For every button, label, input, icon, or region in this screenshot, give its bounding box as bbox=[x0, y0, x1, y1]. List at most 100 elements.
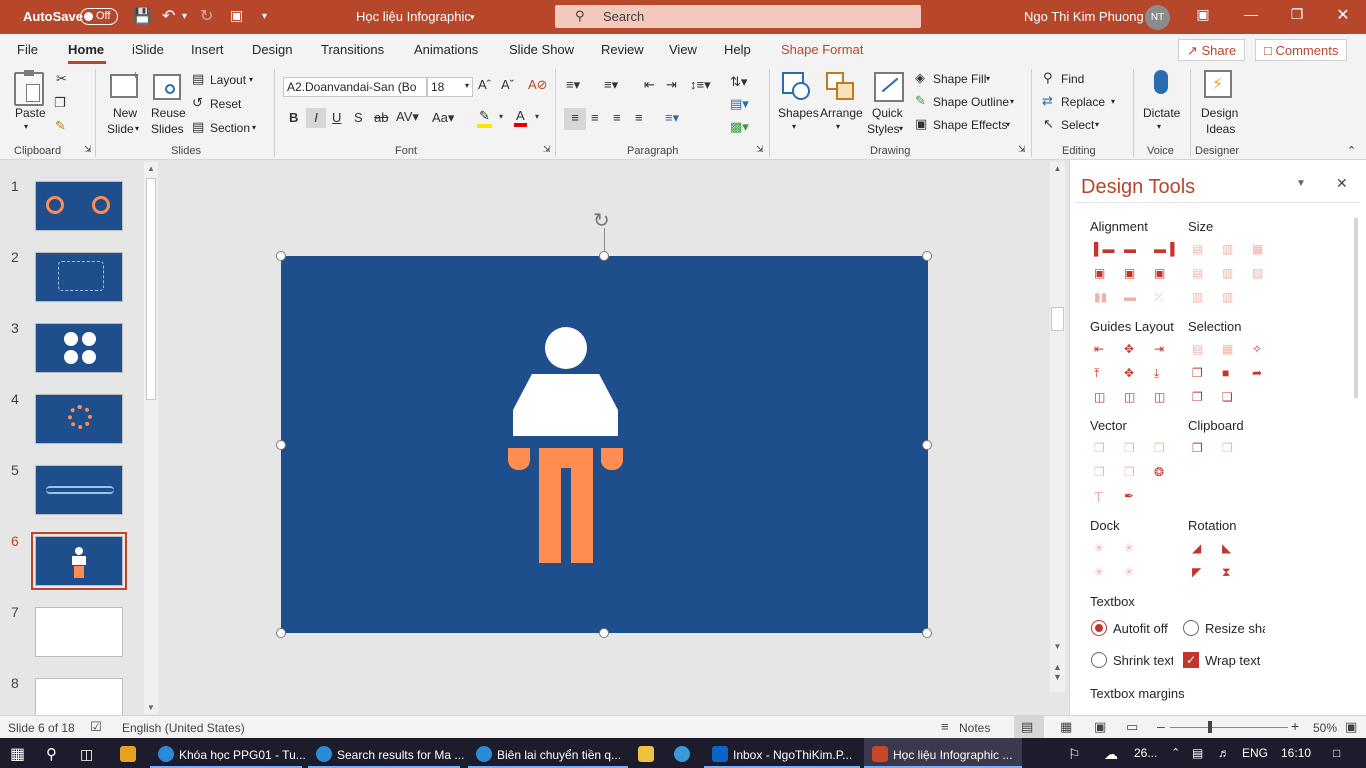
slide-thumbnail[interactable] bbox=[35, 394, 123, 444]
shape-effects-dropdown-icon[interactable]: ▾ bbox=[1006, 120, 1010, 129]
tab-help[interactable]: Help bbox=[724, 42, 751, 57]
shapes-icon[interactable] bbox=[782, 72, 810, 100]
columns-icon[interactable]: ≡▾ bbox=[665, 110, 679, 126]
ribbon-display-icon[interactable]: ▣ bbox=[1193, 6, 1213, 23]
undo-dropdown-icon[interactable]: ▾ bbox=[182, 11, 187, 22]
stretch-width-icon[interactable]: ▥ bbox=[1222, 290, 1238, 306]
layout-dropdown-icon[interactable]: ▾ bbox=[249, 75, 253, 84]
font-size-dropdown[interactable]: 18 ▾ bbox=[427, 77, 473, 97]
slide-sorter-icon[interactable]: ▦ bbox=[1060, 719, 1072, 735]
replace-icon[interactable]: ⇄ bbox=[1042, 93, 1053, 109]
pane-close-icon[interactable]: ✕ bbox=[1336, 175, 1348, 192]
bullets-icon[interactable]: ≡▾ bbox=[566, 77, 580, 93]
guide-spread-horizontal-icon[interactable]: ◫ bbox=[1094, 390, 1110, 406]
cut-icon[interactable]: ✂ bbox=[56, 71, 67, 87]
flip-horizontal-icon[interactable]: ◤ bbox=[1192, 565, 1208, 581]
align-middle-tool-icon[interactable]: ▣ bbox=[1124, 266, 1140, 282]
select-all-icon[interactable]: ❑ bbox=[1222, 390, 1238, 406]
intersect-shapes-icon[interactable]: ❐ bbox=[1094, 465, 1110, 481]
slide-thumbnail[interactable] bbox=[35, 607, 123, 657]
resize-handle[interactable] bbox=[276, 251, 286, 261]
same-size-icon[interactable]: ▦ bbox=[1252, 242, 1268, 258]
notes-button[interactable]: Notes bbox=[959, 721, 990, 735]
tab-animations[interactable]: Animations bbox=[414, 42, 478, 57]
new-slide-dropdown-icon[interactable]: ▾ bbox=[135, 124, 139, 133]
editor-scrollbar[interactable]: ▲ ▼ ▲ ▼ bbox=[1050, 162, 1065, 692]
paste-tool-icon[interactable]: ❐ bbox=[1222, 441, 1238, 457]
ie-icon[interactable] bbox=[674, 738, 695, 768]
comments-button[interactable]: □ Comments bbox=[1255, 39, 1348, 61]
arrange-icon[interactable] bbox=[826, 72, 854, 100]
subtract-shapes-icon[interactable]: ❐ bbox=[1124, 465, 1140, 481]
font-color-dropdown-icon[interactable]: ▾ bbox=[535, 112, 539, 121]
shape-outline-button[interactable]: Shape Outline bbox=[933, 95, 1009, 109]
weather-icon[interactable]: ☁ bbox=[1104, 738, 1118, 768]
slide-thumbnail[interactable] bbox=[35, 465, 123, 515]
strikethrough-icon[interactable]: ab bbox=[374, 110, 388, 125]
design-ideas-label[interactable]: Design bbox=[1201, 106, 1238, 120]
autofit-off-label[interactable]: Autofit off bbox=[1113, 621, 1173, 636]
shape-fill-dropdown-icon[interactable]: ▾ bbox=[986, 74, 990, 83]
shapes-dropdown-icon[interactable]: ▾ bbox=[792, 122, 796, 131]
volume-icon[interactable]: ♬ bbox=[1218, 738, 1230, 768]
align-text-icon[interactable]: ▤▾ bbox=[730, 96, 749, 112]
zoom-level[interactable]: 50% bbox=[1313, 721, 1337, 735]
minimize-icon[interactable]: — bbox=[1241, 6, 1261, 22]
paste-label[interactable]: Paste bbox=[15, 106, 46, 120]
select-invert-icon[interactable]: ❐ bbox=[1192, 390, 1208, 406]
paragraph-launcher-icon[interactable]: ⇲ bbox=[756, 144, 764, 155]
taskbar-item[interactable]: Khóa học PPG01 - Tu... bbox=[150, 738, 306, 768]
new-slide-label-2[interactable]: Slide bbox=[107, 122, 134, 136]
fit-height-icon[interactable]: ▥ bbox=[1222, 266, 1238, 282]
tab-transitions[interactable]: Transitions bbox=[321, 42, 384, 57]
avatar[interactable]: NT bbox=[1145, 5, 1170, 30]
dock-top-right-icon[interactable]: ✳ bbox=[1124, 541, 1140, 557]
guide-middle-icon[interactable]: ✥ bbox=[1124, 366, 1140, 382]
spellcheck-icon[interactable]: ☑ bbox=[90, 719, 102, 735]
stretch-height-icon[interactable]: ▥ bbox=[1192, 290, 1208, 306]
guide-top-icon[interactable]: ⤒ bbox=[1094, 366, 1110, 382]
guide-spread-vertical-icon[interactable]: ◫ bbox=[1124, 390, 1140, 406]
guide-grid-icon[interactable]: ◫ bbox=[1154, 390, 1170, 406]
zoom-slider[interactable] bbox=[1170, 727, 1288, 728]
quick-styles-label[interactable]: Quick bbox=[872, 106, 903, 120]
tray-chevron-icon[interactable]: ⌃ bbox=[1171, 738, 1180, 768]
align-to-slide-icon[interactable]: ⤫ bbox=[1154, 290, 1170, 306]
shape-fill-button[interactable]: Shape Fill bbox=[933, 72, 986, 86]
layout-icon[interactable]: ▤ bbox=[192, 71, 204, 87]
figure-torso[interactable] bbox=[513, 374, 618, 436]
autofit-off-radio[interactable] bbox=[1091, 620, 1107, 636]
notifications-icon[interactable]: □ bbox=[1333, 738, 1340, 768]
weather-temp[interactable]: 26... bbox=[1134, 738, 1157, 768]
shrink-text-radio[interactable] bbox=[1091, 652, 1107, 668]
fit-width-icon[interactable]: ▤ bbox=[1192, 266, 1208, 282]
keyboard-language[interactable]: ENG bbox=[1242, 738, 1268, 768]
select-cursor-icon[interactable]: ➦ bbox=[1252, 366, 1268, 382]
select-same-size-icon[interactable]: ▤ bbox=[1192, 342, 1208, 358]
pen-tool-icon[interactable]: ✒ bbox=[1124, 489, 1140, 505]
taskbar-app-icon[interactable] bbox=[120, 738, 141, 768]
fit-slide-icon[interactable]: ▣ bbox=[1345, 719, 1357, 735]
text-vector-icon[interactable]: T bbox=[1094, 489, 1110, 506]
change-case-icon[interactable]: Aa▾ bbox=[432, 110, 454, 126]
reuse-slides-label[interactable]: Reuse bbox=[151, 106, 186, 120]
reuse-slides-icon[interactable] bbox=[153, 74, 181, 100]
resize-handle[interactable] bbox=[922, 251, 932, 261]
start-icon[interactable]: ▦ bbox=[10, 736, 25, 766]
tab-design[interactable]: Design bbox=[252, 42, 292, 57]
numbering-icon[interactable]: ≡▾ bbox=[604, 77, 618, 93]
arrange-label[interactable]: Arrange bbox=[820, 106, 863, 120]
language-indicator[interactable]: English (United States) bbox=[122, 721, 245, 735]
zoom-slider-thumb[interactable] bbox=[1208, 721, 1212, 733]
swap-size-icon[interactable]: ▧ bbox=[1252, 266, 1268, 282]
taskbar-item[interactable]: Biên lai chuyển tiền q... bbox=[468, 738, 628, 768]
align-right-tool-icon[interactable]: ▬▐ bbox=[1154, 242, 1175, 258]
guide-right-icon[interactable]: ⇥ bbox=[1154, 342, 1170, 358]
decrease-font-icon[interactable]: Aˇ bbox=[501, 77, 514, 92]
slide-thumbnail[interactable] bbox=[35, 252, 123, 302]
shape-outline-dropdown-icon[interactable]: ▾ bbox=[1010, 97, 1014, 106]
align-center-icon[interactable]: ≡ bbox=[591, 110, 599, 125]
combine-shapes-icon[interactable]: ❐ bbox=[1124, 441, 1140, 457]
figure-legs[interactable] bbox=[539, 448, 593, 563]
taskbar-item[interactable]: Search results for Ma ... bbox=[308, 738, 464, 768]
